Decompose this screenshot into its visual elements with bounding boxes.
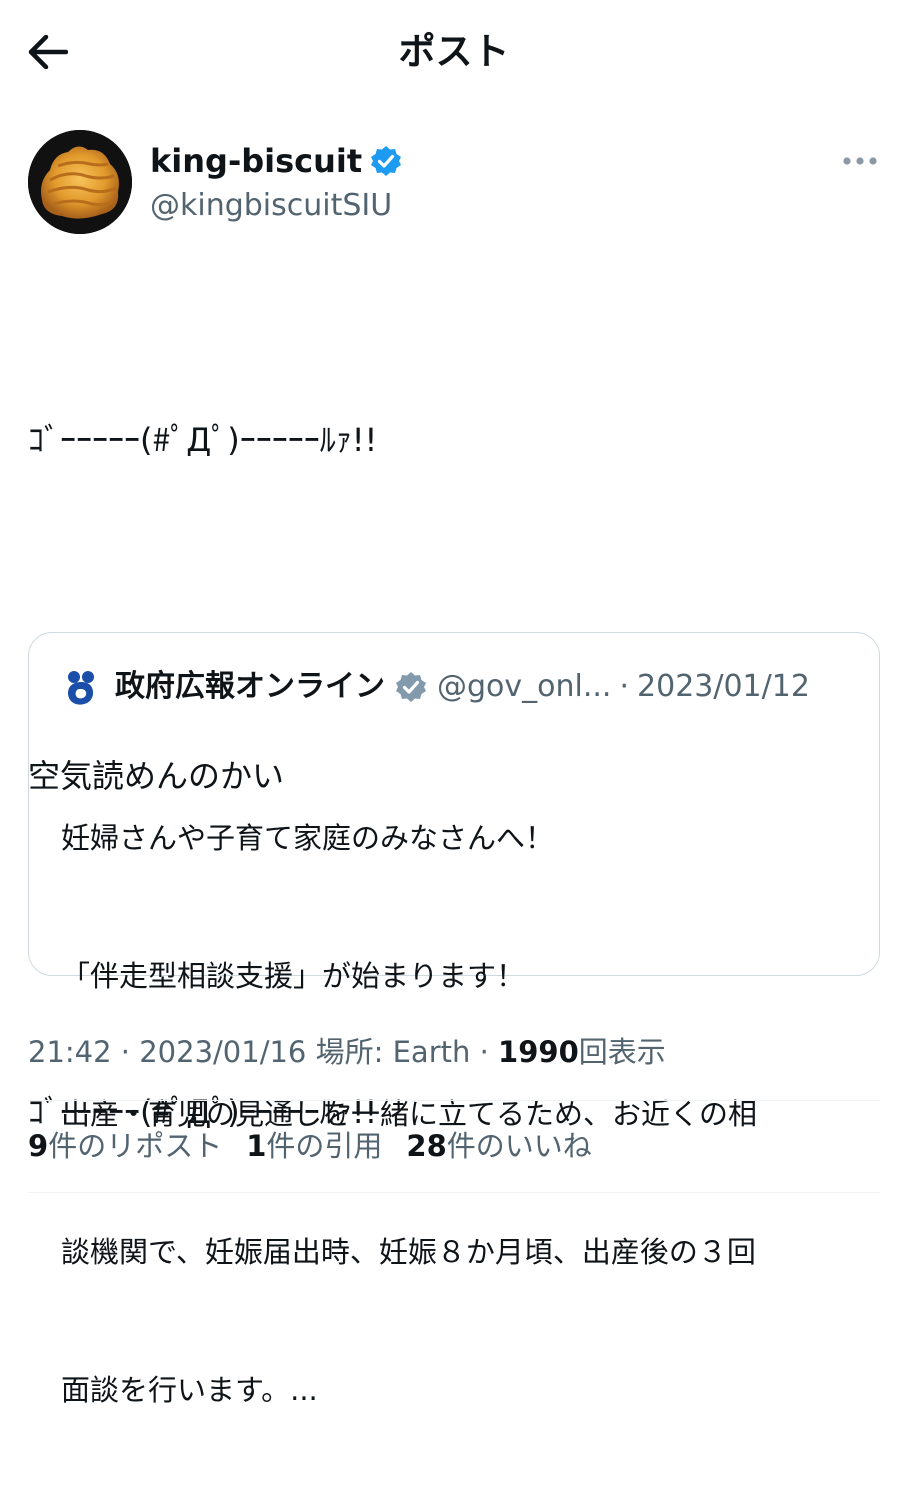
biscuit-avatar-image xyxy=(28,130,132,234)
divider xyxy=(28,1192,880,1193)
page-title: ポスト xyxy=(398,30,510,73)
engagement-stats: 9件のリポスト 1件の引用 28件のいいね xyxy=(28,1124,616,1168)
author-handle[interactable]: @kingbiscuitSIU xyxy=(150,186,392,226)
top-bar: ポスト xyxy=(0,0,908,106)
tweet-time[interactable]: 21:42 xyxy=(28,1035,112,1069)
quotes-stat[interactable]: 1件の引用 xyxy=(246,1124,382,1168)
quotes-label: 件の引用 xyxy=(266,1129,383,1163)
government-logo-icon xyxy=(68,671,94,705)
reposts-label: 件のリポスト xyxy=(48,1129,223,1163)
quoted-author-handle: @gov_onl... xyxy=(437,669,612,704)
tweet-meta: 21:42 · 2023/01/16 場所: Earth · 1990回表示 xyxy=(28,1030,666,1074)
views-count: 1990 xyxy=(498,1035,579,1069)
avatar[interactable] xyxy=(28,130,132,234)
likes-label: 件のいいね xyxy=(446,1129,592,1163)
tweet-location: 場所: Earth xyxy=(315,1035,471,1069)
quoted-author-name: 政府広報オンライン xyxy=(115,669,385,704)
verified-badge-icon xyxy=(371,146,402,176)
quoted-tweet-header: 政府広報オンライン @gov_onl... · 2023/01/12 xyxy=(61,665,810,709)
quoted-text-line: 「伴走型相談支援」が始まります！ xyxy=(61,959,526,993)
quoted-text-line: 面談を行います。... xyxy=(61,1373,318,1407)
tweet-line: ｺﾞｰｰｰｰｰ(#ﾟДﾟ)ｰｰｰｰｰﾙｧ!! xyxy=(28,421,378,459)
tweet-date[interactable]: 2023/01/16 xyxy=(139,1035,306,1069)
separator-dot: · xyxy=(120,1035,131,1069)
quotes-count: 1 xyxy=(246,1129,267,1163)
separator-dot: · xyxy=(479,1035,489,1069)
separator-dot: · xyxy=(619,669,630,704)
quoted-text-line: 談機関で、妊娠届出時、妊娠８か月頃、出産後の３回 xyxy=(61,1235,756,1269)
quoted-tweet-date: 2023/01/12 xyxy=(637,669,810,704)
author-name-row[interactable]: king-biscuit xyxy=(150,140,402,182)
divider xyxy=(28,1100,880,1101)
likes-stat[interactable]: 28件のいいね xyxy=(406,1124,591,1168)
more-horizontal-icon xyxy=(843,157,877,165)
reposts-stat[interactable]: 9件のリポスト xyxy=(28,1124,222,1168)
reposts-count: 9 xyxy=(28,1129,49,1163)
author-name[interactable]: king-biscuit xyxy=(150,140,362,182)
quoted-text-line: 妊婦さんや子育て家庭のみなさんへ！ xyxy=(61,821,555,855)
more-options-button[interactable] xyxy=(838,146,882,176)
views-label: 回表示 xyxy=(578,1035,666,1069)
likes-count: 28 xyxy=(406,1129,447,1163)
government-verified-badge-icon xyxy=(396,672,426,702)
quoted-tweet-text: 妊婦さんや子育て家庭のみなさんへ！ 「伴走型相談支援」が始まります！ 出産・育児… xyxy=(61,723,861,1505)
quoted-tweet-card[interactable]: 政府広報オンライン @gov_onl... · 2023/01/12 妊婦さんや… xyxy=(28,632,880,1407)
